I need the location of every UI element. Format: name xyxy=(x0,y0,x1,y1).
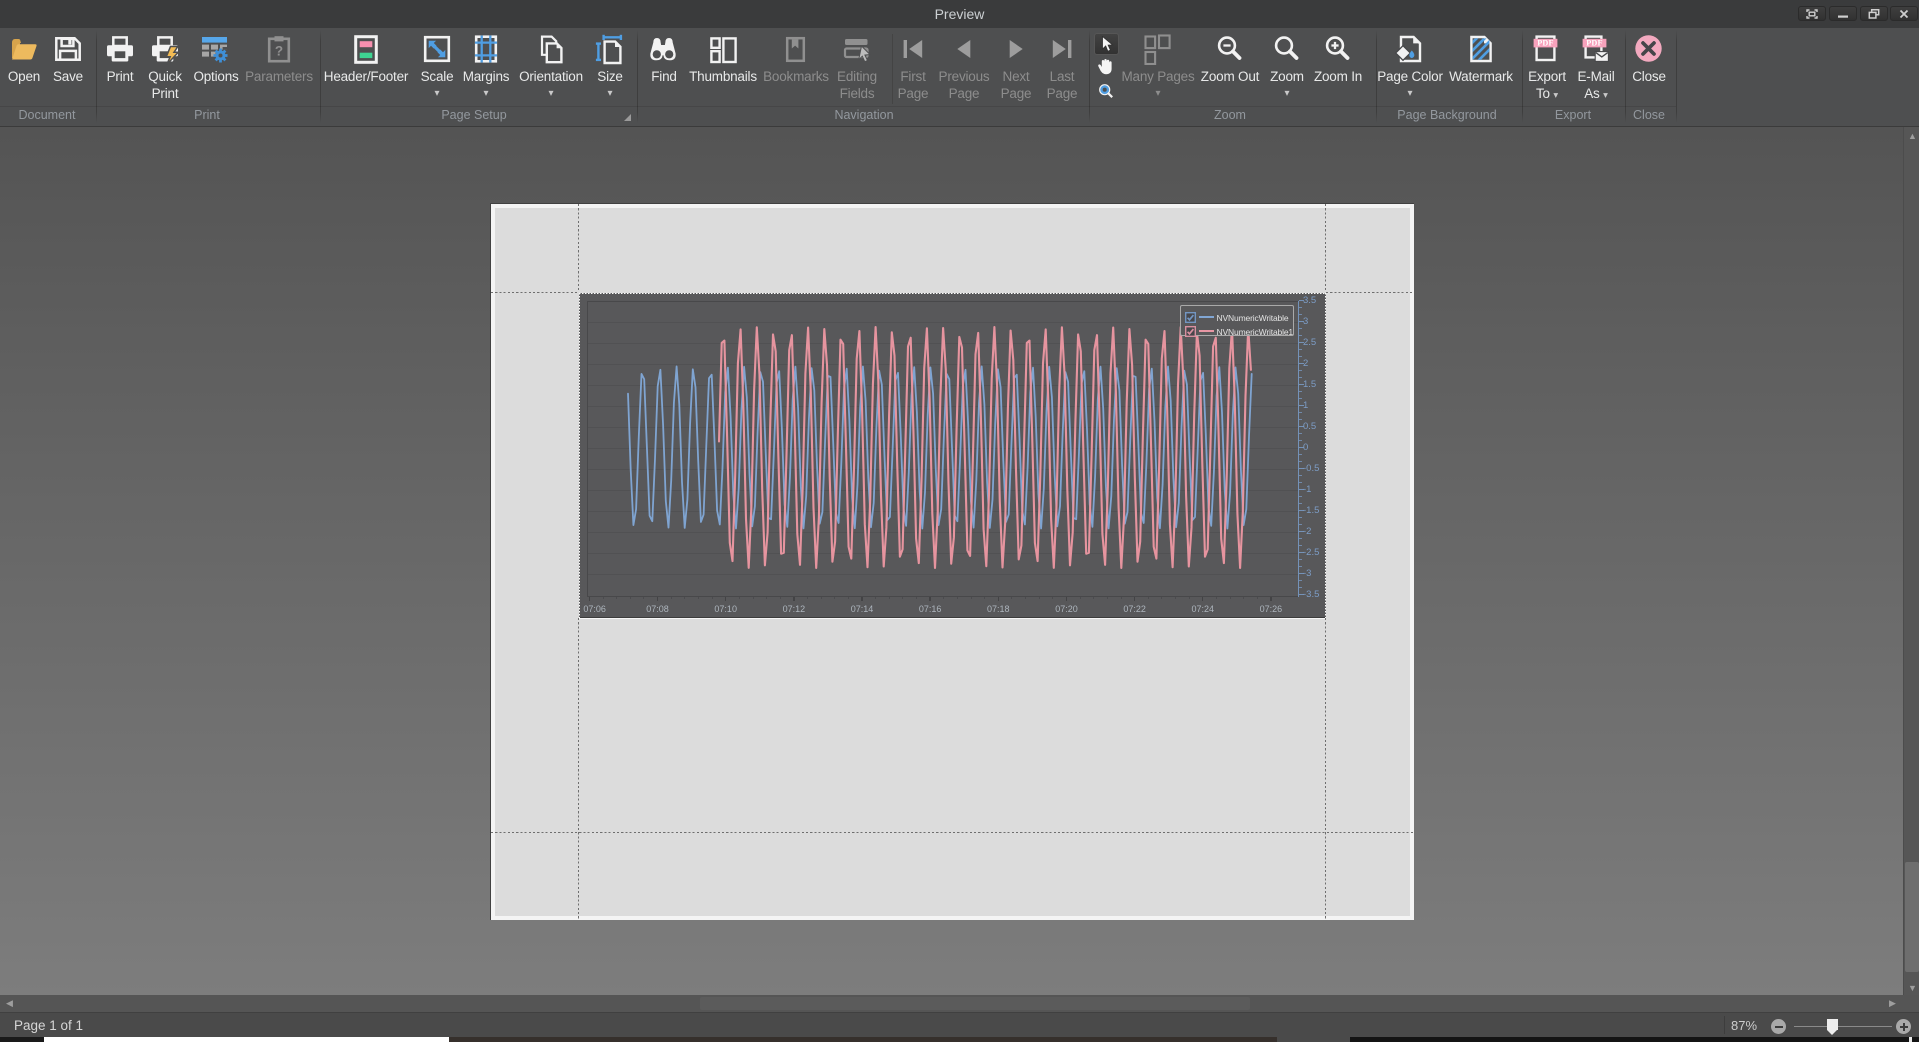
svg-text:?: ? xyxy=(275,44,283,59)
